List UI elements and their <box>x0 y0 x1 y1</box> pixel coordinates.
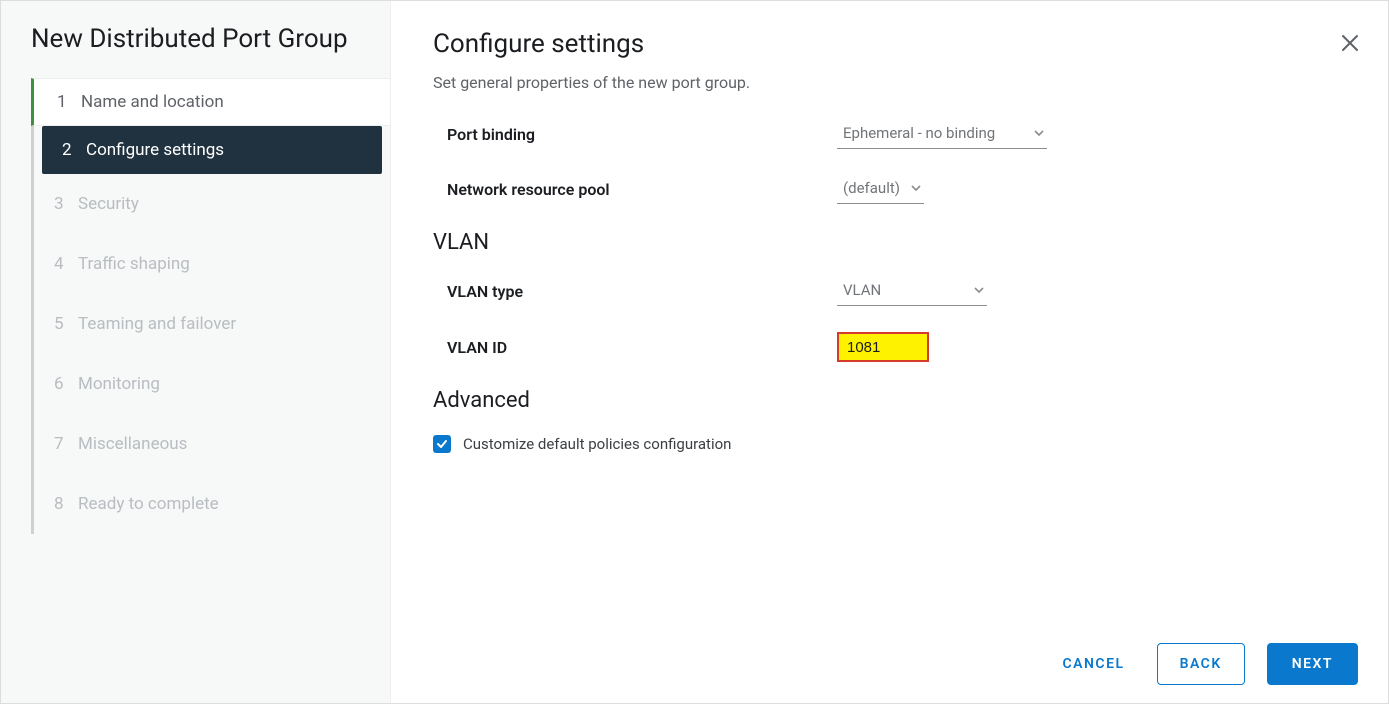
vlan-type-value: VLAN <box>843 281 881 299</box>
step-label: Teaming and failover <box>78 314 236 334</box>
vlan-type-label: VLAN type <box>447 282 837 301</box>
chevron-down-icon <box>973 284 985 296</box>
network-pool-label: Network resource pool <box>447 180 837 199</box>
wizard-steps: 1 Name and location 2 Configure settings… <box>31 78 390 534</box>
step-number: 3 <box>54 194 78 214</box>
vlan-type-select[interactable]: VLAN <box>837 277 987 306</box>
step-label: Miscellaneous <box>78 434 187 454</box>
wizard-sidebar: New Distributed Port Group 1 Name and lo… <box>1 1 391 703</box>
customize-checkbox[interactable] <box>433 435 451 453</box>
step-label: Configure settings <box>86 140 224 160</box>
step-security: 3 Security <box>34 174 390 234</box>
check-icon <box>436 438 448 450</box>
step-traffic-shaping: 4 Traffic shaping <box>34 234 390 294</box>
step-number: 8 <box>54 494 78 514</box>
port-binding-select[interactable]: Ephemeral - no binding <box>837 120 1047 149</box>
step-label: Traffic shaping <box>78 254 190 274</box>
chevron-down-icon <box>1033 127 1045 139</box>
vlan-header: VLAN <box>433 230 1348 255</box>
cancel-button[interactable]: CANCEL <box>1053 644 1135 684</box>
step-number: 4 <box>54 254 78 274</box>
step-label: Ready to complete <box>78 494 219 514</box>
step-teaming-failover: 5 Teaming and failover <box>34 294 390 354</box>
step-number: 6 <box>54 374 78 394</box>
close-button[interactable] <box>1340 33 1360 57</box>
step-configure-settings[interactable]: 2 Configure settings <box>42 126 382 174</box>
port-binding-value: Ephemeral - no binding <box>843 124 995 142</box>
wizard-footer: CANCEL BACK NEXT <box>1053 643 1358 685</box>
row-port-binding: Port binding Ephemeral - no binding <box>433 120 1348 149</box>
network-pool-value: (default) <box>843 179 900 197</box>
row-vlan-type: VLAN type VLAN <box>433 277 1348 306</box>
customize-label: Customize default policies configuration <box>463 435 731 453</box>
step-number: 5 <box>54 314 78 334</box>
step-number: 7 <box>54 434 78 454</box>
vlan-id-label: VLAN ID <box>447 338 837 357</box>
back-button[interactable]: BACK <box>1157 643 1245 685</box>
step-ready-complete: 8 Ready to complete <box>34 474 390 534</box>
step-label: Security <box>78 194 139 214</box>
step-number: 1 <box>57 92 81 112</box>
page-title: Configure settings <box>433 29 1348 59</box>
vlan-id-input[interactable] <box>837 332 929 362</box>
step-monitoring: 6 Monitoring <box>34 354 390 414</box>
step-number: 2 <box>62 140 86 160</box>
advanced-header: Advanced <box>433 388 1348 413</box>
step-miscellaneous: 7 Miscellaneous <box>34 414 390 474</box>
chevron-down-icon <box>910 182 922 194</box>
step-name-location[interactable]: 1 Name and location <box>31 78 390 126</box>
port-binding-label: Port binding <box>447 125 837 144</box>
row-vlan-id: VLAN ID <box>433 332 1348 362</box>
page-subtitle: Set general properties of the new port g… <box>433 73 1348 92</box>
wizard-title: New Distributed Port Group <box>1 23 390 78</box>
network-pool-select[interactable]: (default) <box>837 175 924 204</box>
step-label: Name and location <box>81 92 224 112</box>
row-customize-policies: Customize default policies configuration <box>433 435 1348 453</box>
wizard-dialog: New Distributed Port Group 1 Name and lo… <box>0 0 1389 704</box>
next-button[interactable]: NEXT <box>1267 643 1358 685</box>
close-icon <box>1340 33 1360 53</box>
row-network-pool: Network resource pool (default) <box>433 175 1348 204</box>
wizard-main: Configure settings Set general propertie… <box>391 1 1388 703</box>
step-label: Monitoring <box>78 374 160 394</box>
